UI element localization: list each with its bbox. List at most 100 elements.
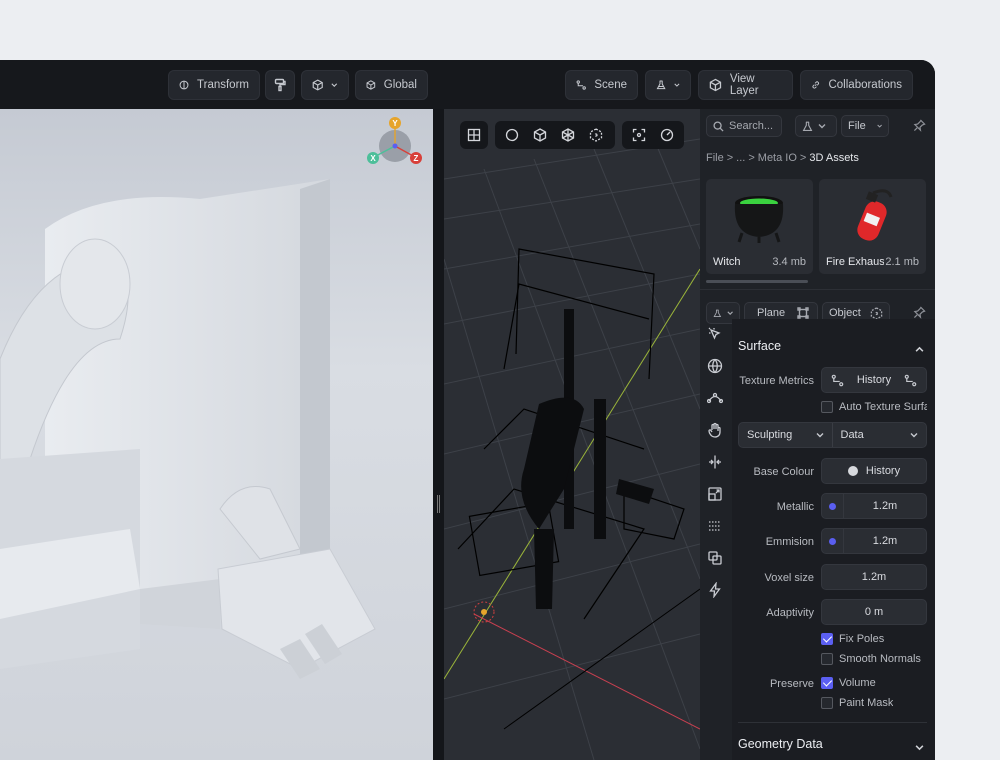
chevron-up-icon[interactable] <box>915 341 924 359</box>
link-icon <box>812 81 819 89</box>
focus-frame-icon[interactable] <box>627 124 651 146</box>
divider <box>738 722 927 723</box>
base-colour-value: History <box>865 465 901 477</box>
fix-poles-label: Fix Poles <box>839 633 885 645</box>
adaptivity-field[interactable]: 0 m <box>821 599 927 625</box>
base-colour-field[interactable]: History <box>821 458 927 484</box>
layers-copy-icon[interactable] <box>706 549 724 567</box>
bezier-curve-icon[interactable] <box>706 389 724 407</box>
flask-icon <box>802 121 813 131</box>
hand-icon[interactable] <box>706 421 724 439</box>
breadcrumb-file[interactable]: File <box>706 152 724 164</box>
rendered-model <box>0 179 376 679</box>
transform-button[interactable]: Transform <box>168 70 260 100</box>
data-dropdown[interactable]: Data <box>833 423 927 447</box>
shading-toolbar <box>495 121 615 149</box>
asset-name: Fire Exhauster <box>826 256 884 268</box>
render-viewport[interactable]: Y X Z <box>0 109 433 760</box>
chevron-down-icon <box>910 433 918 438</box>
flask-dropdown[interactable] <box>645 70 691 100</box>
adaptivity-label: Adaptivity <box>766 607 814 619</box>
breadcrumb-separator: > <box>748 152 755 164</box>
shrink-icon[interactable] <box>706 453 724 471</box>
sculpting-label: Sculpting <box>747 429 793 441</box>
breadcrumb-current: 3D Assets <box>809 152 859 164</box>
voxel-size-label: Voxel size <box>764 572 814 584</box>
emmision-field[interactable]: 1.2m <box>821 528 927 554</box>
sculpting-dropdown[interactable]: Sculpting <box>739 423 833 447</box>
viewport-splitter[interactable] <box>433 109 444 760</box>
collaborations-label: Collaborations <box>828 79 902 91</box>
paint-roller-icon <box>274 78 286 92</box>
scene-button[interactable]: Scene <box>565 70 638 100</box>
cube-icon <box>709 78 722 92</box>
collaborations-button[interactable]: Collaborations <box>800 70 913 100</box>
surface-section-title: Surface <box>738 339 782 353</box>
cube-icon[interactable] <box>528 124 552 146</box>
axis-z-label: Z <box>414 154 419 163</box>
transform-label: Transform <box>197 79 249 91</box>
history-label: History <box>856 374 892 386</box>
view-layer-button[interactable]: View Layer <box>698 70 793 100</box>
axis-gizmo[interactable]: Y X Z <box>366 115 426 175</box>
globe-icon[interactable] <box>706 357 724 375</box>
smooth-normals-checkbox[interactable] <box>821 653 833 665</box>
asset-scrollbar[interactable] <box>706 280 808 283</box>
keyframe-dot[interactable] <box>822 529 844 553</box>
chevron-down-icon[interactable] <box>915 739 924 757</box>
chevron-down-icon <box>877 124 882 128</box>
layout-toolbar <box>460 121 488 149</box>
object-label: Object <box>829 307 861 319</box>
volume-label: Volume <box>839 677 876 689</box>
asset-card-witch[interactable]: Witch 3.4 mb <box>706 179 813 274</box>
cube-icon <box>366 80 376 90</box>
file-dropdown[interactable]: File <box>841 115 889 137</box>
cube-wire-icon <box>312 79 323 91</box>
paint-roller-button[interactable] <box>265 70 295 100</box>
voxel-size-field[interactable]: 1.2m <box>821 564 927 590</box>
grid-layout-icon[interactable] <box>462 124 486 146</box>
texture-history-button[interactable]: History <box>821 367 927 393</box>
metallic-field[interactable]: 1.2m <box>821 493 927 519</box>
base-colour-label: Base Colour <box>753 466 814 478</box>
dashed-cube-icon[interactable] <box>584 124 608 146</box>
dashed-cube-icon <box>870 306 883 320</box>
select-cursor-icon[interactable] <box>706 325 724 343</box>
geometry-data-title: Geometry Data <box>738 737 823 751</box>
divider <box>700 289 935 290</box>
node-graph-icon <box>576 80 586 90</box>
wireframe-viewport[interactable] <box>444 109 700 760</box>
splitter-grip[interactable] <box>437 495 440 513</box>
paint-mask-label: Paint Mask <box>839 697 894 709</box>
flask-icon <box>713 309 722 317</box>
scale-icon[interactable] <box>706 485 724 503</box>
scene-label: Scene <box>594 79 627 91</box>
metallic-value: 1.2m <box>872 500 898 512</box>
auto-texture-checkbox[interactable] <box>821 401 833 413</box>
plane-label: Plane <box>757 307 786 319</box>
search-input[interactable]: Search... <box>706 115 782 137</box>
app-window: Transform Global Scene View Layer Collab… <box>0 60 935 760</box>
lightning-icon[interactable] <box>706 581 724 599</box>
dotted-lines-icon[interactable] <box>706 517 724 535</box>
pin-icon[interactable] <box>913 119 926 137</box>
paint-mask-checkbox[interactable] <box>821 697 833 709</box>
flask-filter-dropdown[interactable] <box>795 115 837 137</box>
asset-card-fire-exhauster[interactable]: Fire Exhauster 2.1 mb <box>819 179 926 274</box>
gauge-icon[interactable] <box>655 124 679 146</box>
data-label: Data <box>840 429 864 441</box>
global-button[interactable]: Global <box>355 70 428 100</box>
breadcrumb-ellipsis[interactable]: ... <box>736 152 745 164</box>
auto-texture-label: Auto Texture Surface <box>839 401 927 413</box>
keyframe-dot[interactable] <box>822 494 844 518</box>
fix-poles-checkbox[interactable] <box>821 633 833 645</box>
sphere-icon[interactable] <box>500 124 524 146</box>
object-mode-dropdown[interactable] <box>301 70 349 100</box>
breadcrumb-folder[interactable]: Meta IO <box>758 152 797 164</box>
top-toolbar: Transform Global Scene View Layer Collab… <box>0 60 935 110</box>
volume-checkbox[interactable] <box>821 677 833 689</box>
cube-wire-icon[interactable] <box>556 124 580 146</box>
chevron-down-icon <box>674 83 680 87</box>
transform-icon <box>179 80 189 90</box>
voxel-size-value: 1.2m <box>861 571 887 583</box>
